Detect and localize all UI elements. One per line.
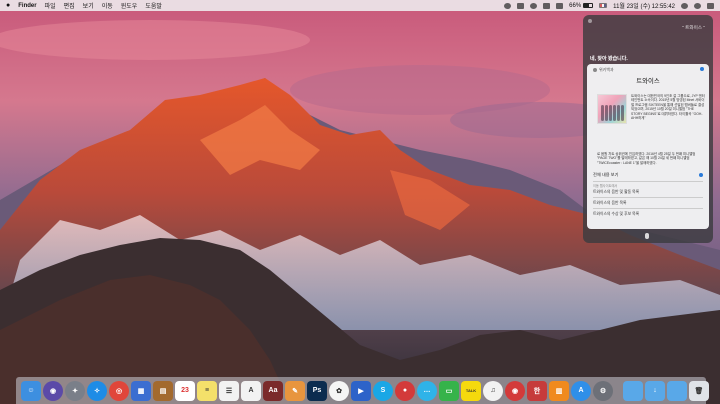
display-icon[interactable] — [517, 2, 525, 9]
skype-icon[interactable]: S — [373, 380, 393, 401]
ibooks-icon[interactable]: ▥ — [549, 380, 569, 401]
card-summary: 트와이스는 대한민국의 9인조 걸 그룹으로, JYP 엔터테인먼트 소속이다.… — [631, 94, 705, 121]
calendar-icon[interactable]: 23 — [175, 380, 195, 401]
photoshop-icon[interactable]: Ps — [307, 380, 327, 401]
card-divider — [593, 181, 703, 182]
system-preferences-icon[interactable]: ⚙ — [593, 380, 613, 401]
textedit-icon[interactable]: A — [241, 380, 261, 401]
search-icon[interactable] — [681, 2, 688, 9]
timemachine-icon[interactable] — [504, 2, 512, 9]
menu-file[interactable]: 파일 — [45, 1, 56, 10]
battery-indicator[interactable]: 66% — [569, 2, 594, 9]
music-icon[interactable]: ♫ — [483, 380, 503, 401]
chrome-icon[interactable]: ◎ — [109, 380, 129, 401]
reminders-icon[interactable]: ☰ — [219, 380, 239, 401]
wikipedia-icon — [593, 68, 597, 72]
launchpad-icon[interactable]: ✦ — [65, 380, 85, 401]
dictionary-icon[interactable]: Aa — [263, 380, 283, 401]
facetime-icon[interactable]: ▭ — [439, 380, 459, 401]
wikipedia-card[interactable]: 위키백과 트와이스 트와이스는 대한민국의 9인조 걸 그룹으로, JYP 엔터… — [587, 64, 709, 229]
menu-bar: ● Finder 파일 편집 보기 이동 윈도우 도움말 66% 11월 23일… — [0, 0, 720, 11]
messages-icon[interactable]: … — [417, 380, 437, 401]
battery-fill — [584, 4, 590, 7]
notes-icon[interactable]: ≡ — [197, 380, 217, 401]
battery-percent: 66% — [569, 2, 582, 9]
siri-icon[interactable] — [694, 2, 701, 9]
menu-go[interactable]: 이동 — [102, 1, 113, 10]
card-divider — [593, 197, 703, 198]
card-divider — [593, 208, 703, 209]
dock: ☺ ◉ ✦ ✧ ◎ ▦ ▤ 23 ≡ ☰ A Aa ✎ Ps ✿ ▶ S ●… ▭ TALK ♫ ◉ 한 ▥ A ⚙ ↓ 🗑 — [16, 377, 709, 404]
photos-icon[interactable]: ✿ — [329, 380, 349, 401]
menu-window[interactable]: 윈도우 — [121, 1, 138, 10]
kakaotalk-icon[interactable]: TALK — [461, 380, 481, 401]
card-link-2[interactable]: 트와이스의 음반 목록 — [593, 201, 627, 206]
status-area: 66% 11월 23일 (수) 12:55:42 — [504, 1, 714, 10]
show-full-content-icon[interactable] — [699, 173, 703, 177]
folder-icon[interactable] — [623, 380, 643, 401]
datetime[interactable]: 11월 23일 (수) 12:55:42 — [613, 1, 675, 10]
card-section-label: 이동 웹사이트에서 — [593, 184, 618, 188]
trash-icon[interactable]: 🗑 — [689, 380, 709, 401]
bluetooth-icon[interactable] — [543, 2, 551, 9]
finder-icon[interactable]: ☺ — [21, 380, 41, 401]
input-flag-icon[interactable] — [599, 3, 608, 8]
siri-panel: " 트와이스 " 네, 찾아 봤습니다. 위키백과 트와이스 트와이스는 대한민… — [583, 15, 713, 243]
wifi-icon[interactable] — [530, 2, 538, 9]
card-summary-more: 로 음원 차트 상위권에 진입하였다. 2016년 4월 25일 두 번째 미니… — [597, 152, 696, 165]
card-title: 트와이스 — [636, 78, 660, 85]
card-link-1[interactable]: 트와이스의 음반 및 활동 목록 — [593, 190, 639, 195]
siri-response: 네, 찾아 봤습니다. — [590, 56, 628, 62]
card-source: 위키백과 — [593, 67, 614, 73]
photo-booth-icon[interactable]: ● — [395, 380, 415, 401]
menu-edit[interactable]: 편집 — [64, 1, 75, 10]
open-link-icon[interactable] — [700, 67, 704, 71]
notes-bookmark-icon[interactable]: ▤ — [153, 380, 173, 401]
battery-icon — [583, 3, 594, 8]
card-source-label: 위키백과 — [599, 67, 614, 72]
app-menu-finder[interactable]: Finder — [18, 3, 36, 9]
twice-photo — [597, 94, 627, 124]
siri-dock-icon[interactable]: ◉ — [43, 380, 63, 401]
show-full-content-link[interactable]: 전체 내용 보기 — [593, 172, 618, 178]
app-store-korean-icon[interactable]: 한 — [527, 380, 547, 401]
microphone-icon[interactable] — [645, 233, 649, 239]
app-store-icon[interactable]: A — [571, 380, 591, 401]
volume-icon[interactable] — [556, 2, 564, 9]
menu-view[interactable]: 보기 — [83, 1, 94, 10]
menu-help[interactable]: 도움말 — [145, 1, 162, 10]
netease-music-icon[interactable]: ◉ — [505, 380, 525, 401]
photos-viewer-icon[interactable]: ▦ — [131, 380, 151, 401]
siri-query: " 트와이스 " — [682, 25, 705, 30]
apple-icon[interactable]: ● — [6, 2, 10, 9]
list-icon[interactable] — [707, 2, 714, 9]
card-link-3[interactable]: 트와이스의 수상 및 후보 목록 — [593, 212, 639, 217]
downloads-folder-icon[interactable]: ↓ — [645, 380, 665, 401]
siri-close-button[interactable] — [588, 19, 592, 23]
keynote-icon[interactable]: ▶ — [351, 380, 371, 401]
documents-folder-icon[interactable] — [667, 380, 687, 401]
safari-icon[interactable]: ✧ — [87, 380, 107, 401]
pages-icon[interactable]: ✎ — [285, 380, 305, 401]
